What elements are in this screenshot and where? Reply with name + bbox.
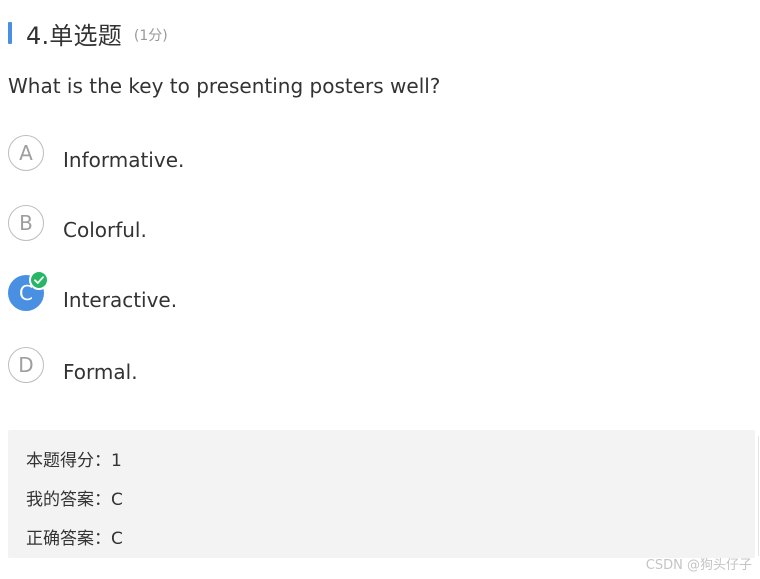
option-c[interactable]: C Interactive. <box>8 270 177 313</box>
question-type-title: 4.单选题 <box>26 21 122 50</box>
right-divider <box>758 436 759 556</box>
option-b[interactable]: B Colorful. <box>8 203 147 243</box>
option-a-label[interactable]: Informative. <box>63 148 184 172</box>
option-d[interactable]: D Formal. <box>8 345 138 385</box>
accent-bar <box>8 22 12 44</box>
option-d-label[interactable]: Formal. <box>63 360 138 384</box>
result-panel: 本题得分：1 我的答案：C 正确答案：C <box>8 430 755 558</box>
option-d-letter: D <box>18 353 34 377</box>
score-line: 本题得分：1 <box>26 451 122 471</box>
my-answer-line: 我的答案：C <box>26 490 123 510</box>
watermark-text: CSDN @狗头仔子 <box>645 558 752 573</box>
option-b-circle[interactable]: B <box>8 205 44 241</box>
question-score-note: (1分) <box>133 28 168 44</box>
option-a-circle[interactable]: A <box>8 135 44 171</box>
option-c-label[interactable]: Interactive. <box>63 288 177 312</box>
option-c-circle[interactable]: C <box>8 270 49 311</box>
check-icon <box>29 270 49 290</box>
option-a-letter: A <box>19 141 33 165</box>
option-d-circle[interactable]: D <box>8 347 44 383</box>
option-b-label[interactable]: Colorful. <box>63 218 147 242</box>
question-header: 4.单选题 (1分) <box>8 16 168 50</box>
option-a[interactable]: A Informative. <box>8 133 184 173</box>
question-text: What is the key to presenting posters we… <box>8 74 441 98</box>
option-b-letter: B <box>19 211 33 235</box>
check-icon-svg <box>34 276 44 284</box>
